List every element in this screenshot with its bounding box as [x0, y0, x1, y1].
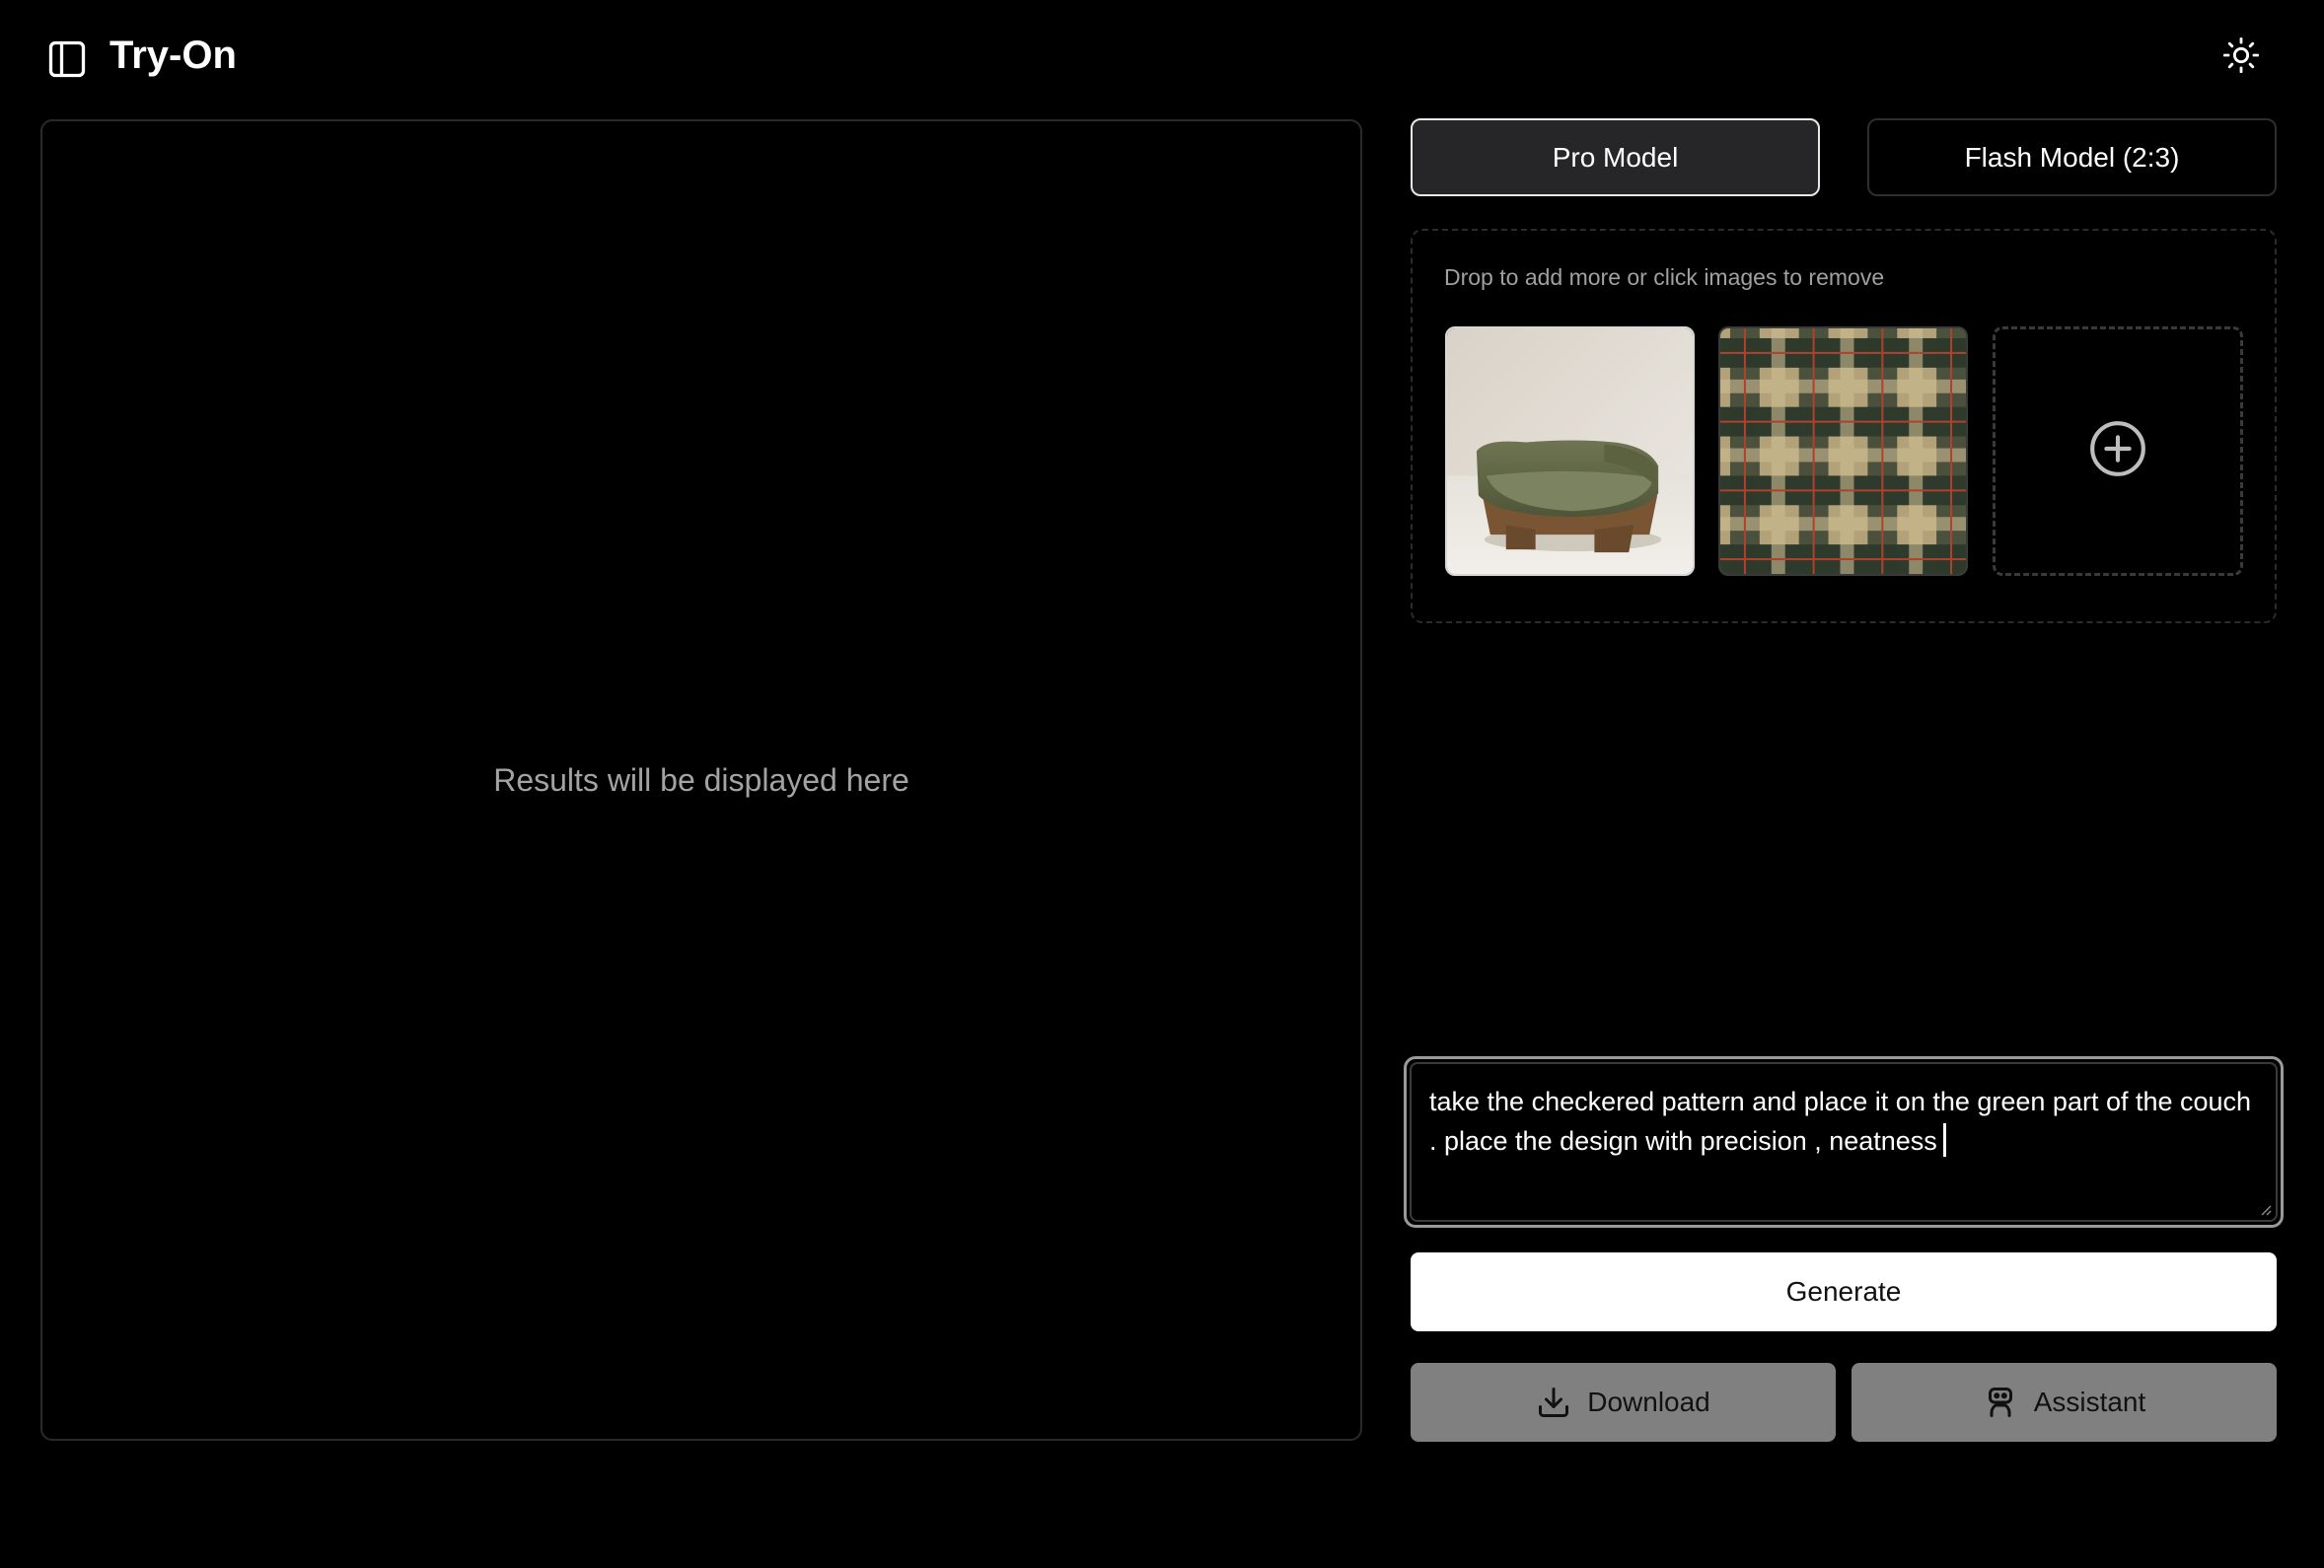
- prompt-textarea[interactable]: take the checkered pattern and place it …: [1410, 1062, 2278, 1222]
- sidebar-panel-icon[interactable]: [43, 36, 91, 83]
- plaid-pattern-image[interactable]: [1718, 326, 1968, 576]
- dropzone-hint: Drop to add more or click images to remo…: [1444, 264, 1885, 290]
- image-dropzone[interactable]: Drop to add more or click images to remo…: [1411, 229, 2277, 623]
- app-title: Try-On: [109, 34, 237, 77]
- sun-icon[interactable]: [2219, 34, 2263, 77]
- download-button[interactable]: Download: [1411, 1363, 1836, 1442]
- plus-circle-icon: [2087, 418, 2148, 484]
- prompt-focus-ring: take the checkered pattern and place it …: [1404, 1056, 2284, 1228]
- assistant-label: Assistant: [2033, 1387, 2146, 1417]
- assistant-button[interactable]: Assistant: [1852, 1363, 2277, 1442]
- add-image-button[interactable]: [1993, 326, 2243, 576]
- resize-grip-icon[interactable]: [2258, 1202, 2272, 1216]
- prompt-text: take the checkered pattern and place it …: [1429, 1087, 2252, 1156]
- download-icon: [1536, 1385, 1571, 1420]
- generate-button[interactable]: Generate: [1411, 1252, 2277, 1331]
- app-header: Try-On: [0, 0, 2324, 110]
- pro-model-button[interactable]: Pro Model: [1411, 118, 1820, 196]
- results-panel: Results will be displayed here: [40, 119, 1362, 1441]
- text-caret: [1942, 1123, 1946, 1157]
- results-placeholder: Results will be displayed here: [493, 761, 909, 798]
- flash-model-button[interactable]: Flash Model (2:3): [1867, 118, 2277, 196]
- download-label: Download: [1587, 1387, 1710, 1417]
- couch-image[interactable]: [1445, 326, 1695, 576]
- robot-icon: [1983, 1385, 2018, 1420]
